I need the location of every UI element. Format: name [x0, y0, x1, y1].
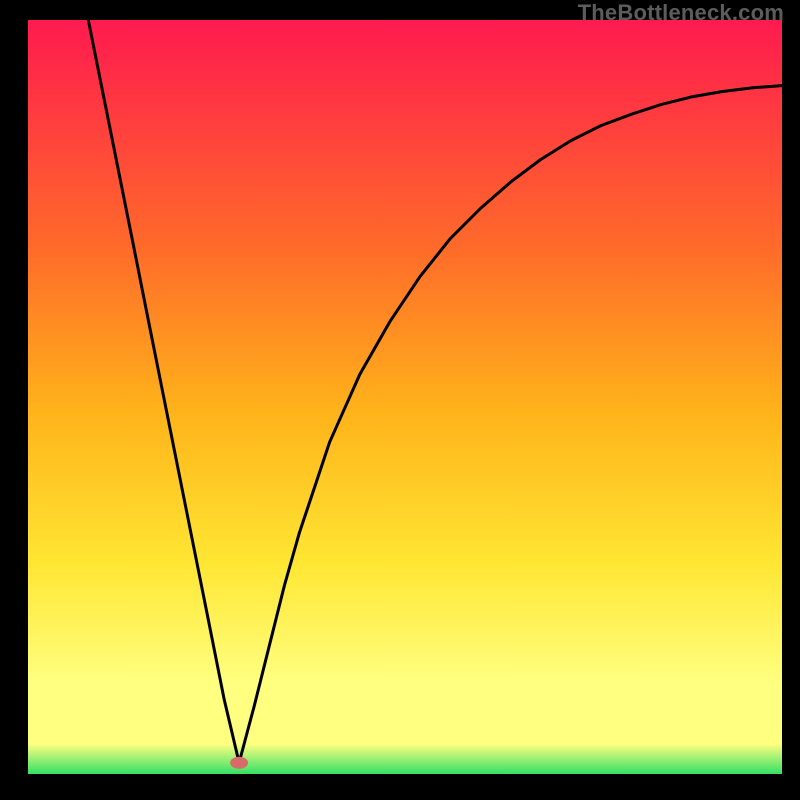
bottleneck-chart [28, 20, 782, 774]
chart-frame [28, 20, 782, 774]
gradient-background [28, 20, 782, 774]
minimum-marker [230, 757, 248, 769]
